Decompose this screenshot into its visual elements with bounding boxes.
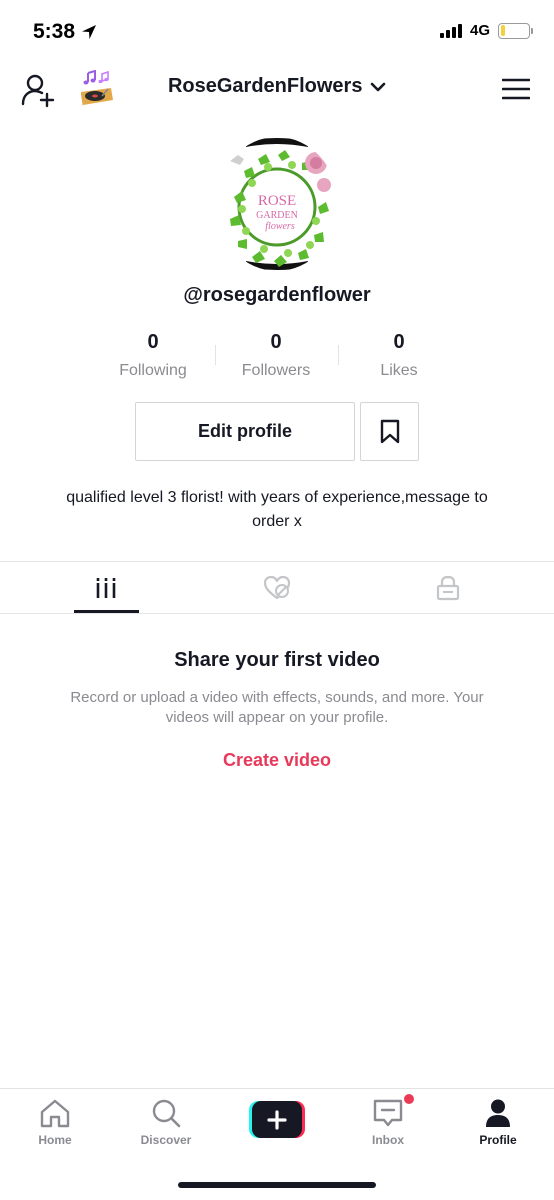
nav-profile-label: Profile xyxy=(479,1133,517,1147)
tab-private[interactable] xyxy=(356,562,540,613)
nav-discover[interactable]: Discover xyxy=(111,1096,221,1154)
battery-level xyxy=(500,25,505,36)
following-count: 0 xyxy=(147,331,159,353)
liked-private-icon xyxy=(263,575,291,599)
plus-icon xyxy=(249,1101,305,1138)
following-label: Following xyxy=(119,362,187,379)
inbox-icon xyxy=(373,1099,403,1127)
nav-home-label: Home xyxy=(38,1133,72,1147)
chevron-down-icon xyxy=(370,82,386,92)
create-button[interactable] xyxy=(249,1101,305,1138)
home-indicator[interactable] xyxy=(178,1182,376,1188)
edit-profile-button[interactable]: Edit profile xyxy=(135,402,355,461)
hamburger-menu-icon xyxy=(501,78,531,100)
profile-bio: qualified level 3 florist! with years of… xyxy=(66,489,488,530)
likes-count: 0 xyxy=(393,331,405,353)
avatar-text-rose: ROSE xyxy=(258,193,296,209)
notification-badge xyxy=(404,1094,414,1104)
rose-garden-logo: ROSE GARDEN flowers xyxy=(216,137,338,271)
profile-icon xyxy=(486,1099,510,1127)
bookmark-icon xyxy=(380,419,399,443)
empty-state-title: Share your first video xyxy=(174,649,380,671)
nav-home[interactable]: Home xyxy=(0,1096,110,1154)
profile-handle: @rosegardenflower xyxy=(183,284,371,306)
account-name: RoseGardenFlowers xyxy=(167,75,363,97)
followers-count: 0 xyxy=(270,331,282,353)
nav-discover-label: Discover xyxy=(140,1133,192,1147)
profile-header: RoseGardenFlowers xyxy=(0,66,554,112)
lock-icon xyxy=(436,575,460,600)
stat-likes[interactable]: 0 Likes xyxy=(339,331,459,380)
status-indicators: 4G xyxy=(439,22,533,39)
profile-stats: 0 Following 0 Followers 0 Likes xyxy=(0,331,554,381)
avatar-text-flowers: flowers xyxy=(265,221,295,232)
menu-button[interactable] xyxy=(501,78,531,100)
home-icon xyxy=(40,1099,70,1128)
stat-following[interactable]: 0 Following xyxy=(93,331,213,380)
search-icon xyxy=(152,1099,181,1128)
status-bar: 5:38 4G xyxy=(0,0,554,66)
location-arrow-icon xyxy=(82,25,97,39)
create-video-link[interactable]: Create video xyxy=(0,750,554,771)
network-type: 4G xyxy=(469,22,490,39)
bottom-nav-divider xyxy=(0,1088,554,1089)
battery-icon xyxy=(498,22,533,39)
empty-state-description: Record or upload a video with effects, s… xyxy=(70,689,484,726)
favorites-button[interactable] xyxy=(360,402,419,461)
signal-icon xyxy=(439,23,462,38)
account-switcher[interactable]: RoseGardenFlowers xyxy=(0,75,554,98)
status-time: 5:38 xyxy=(33,20,97,44)
tabs-divider-bottom xyxy=(0,613,554,614)
likes-label: Likes xyxy=(380,362,418,379)
tab-videos[interactable] xyxy=(14,562,198,613)
avatar-text-garden: GARDEN xyxy=(256,210,298,221)
nav-profile[interactable]: Profile xyxy=(443,1096,553,1154)
stat-followers[interactable]: 0 Followers xyxy=(216,331,336,380)
followers-label: Followers xyxy=(241,362,311,379)
status-time-text: 5:38 xyxy=(33,20,76,43)
nav-inbox[interactable]: Inbox xyxy=(333,1094,443,1154)
profile-avatar[interactable]: ROSE GARDEN flowers xyxy=(216,137,338,271)
videos-grid-icon xyxy=(95,577,117,598)
nav-inbox-label: Inbox xyxy=(372,1133,404,1147)
tab-liked[interactable] xyxy=(185,562,369,613)
